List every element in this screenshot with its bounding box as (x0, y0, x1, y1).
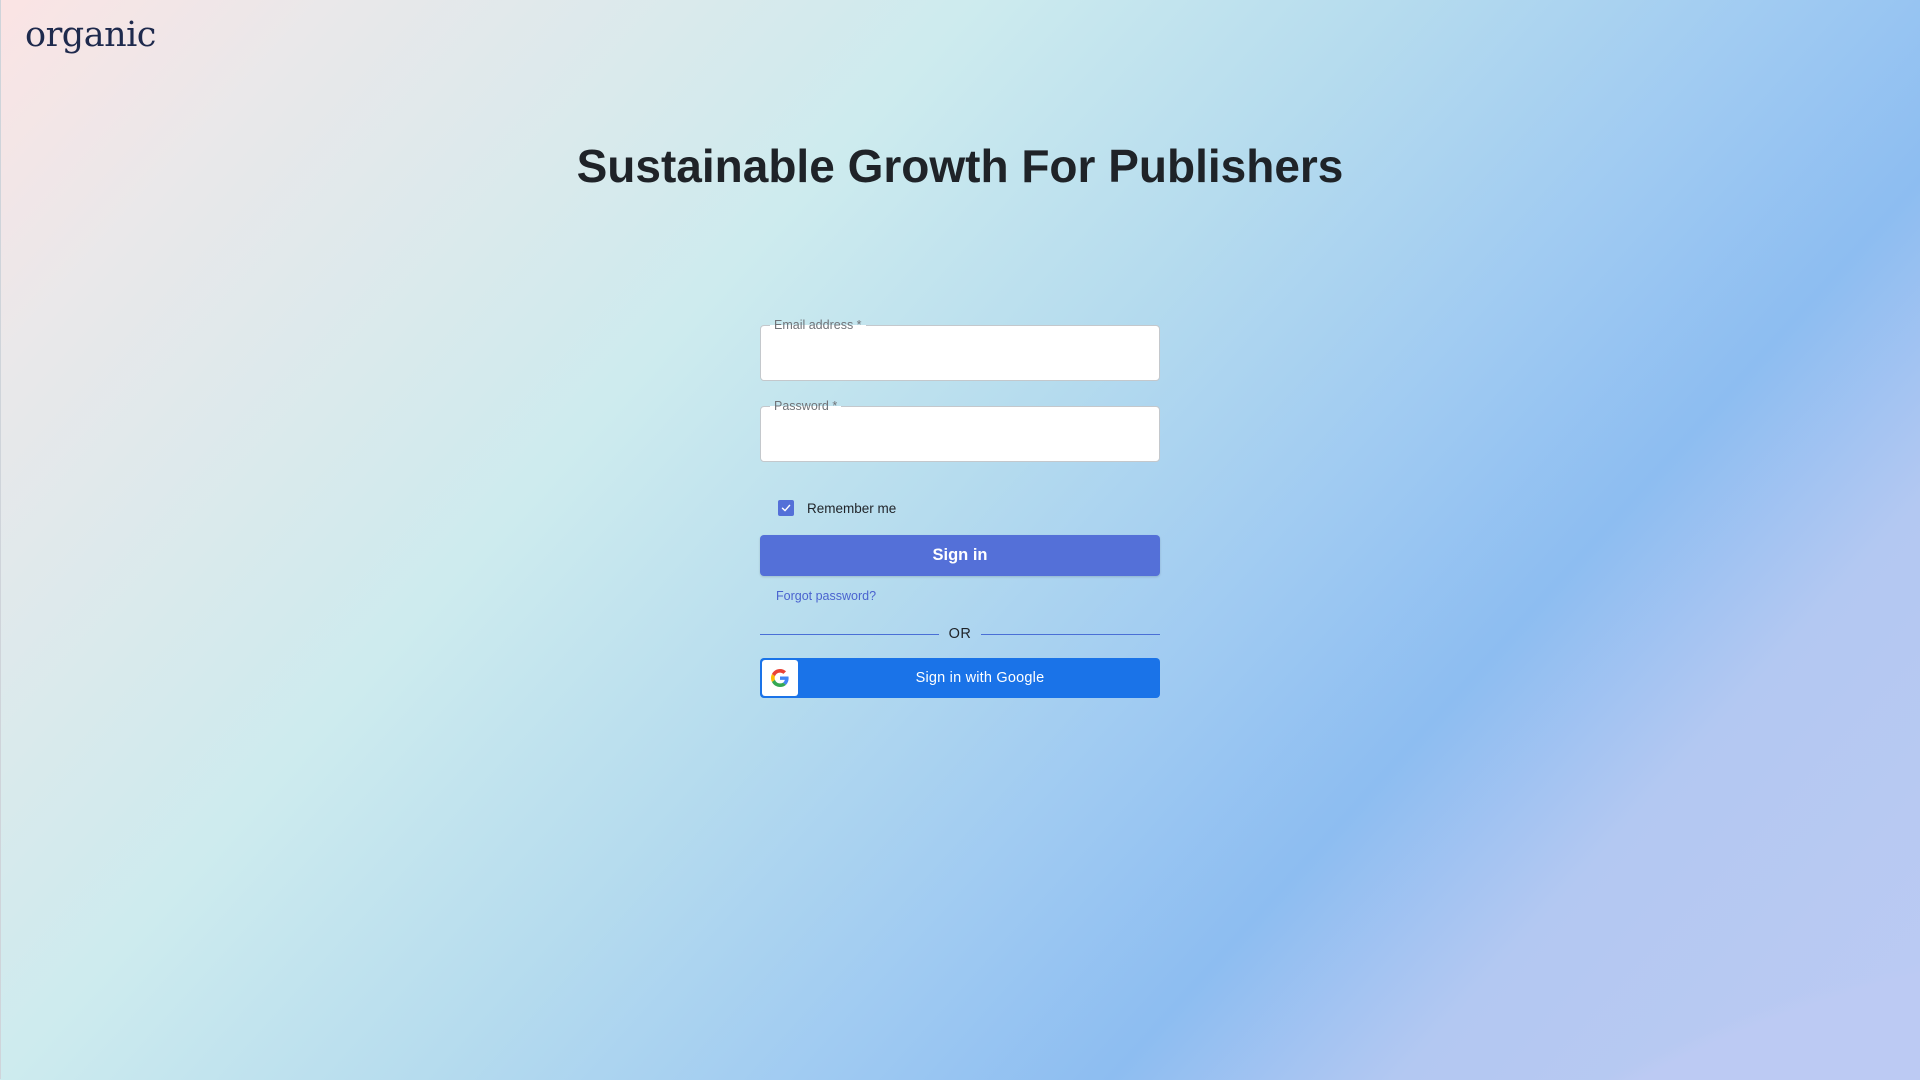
remember-me-checkbox[interactable] (778, 500, 794, 516)
divider-line-right (981, 633, 1160, 635)
email-input[interactable] (774, 341, 1146, 367)
divider-or-text: OR (948, 626, 972, 642)
login-form: Email address * Password * Remember me S… (760, 317, 1160, 698)
google-g-icon (771, 669, 789, 687)
password-input[interactable] (774, 422, 1146, 448)
google-button-label: Sign in with Google (915, 670, 1045, 686)
google-icon-tile (762, 660, 798, 696)
remember-me-label[interactable]: Remember me (807, 501, 896, 516)
sign-in-with-google-button[interactable]: Sign in with Google (760, 658, 1160, 698)
or-divider: OR (760, 624, 1160, 644)
divider-line-left (760, 633, 939, 635)
page-headline: Sustainable Growth For Publishers (576, 140, 1344, 192)
remember-me-row: Remember me (760, 493, 1160, 523)
password-field-container: Password * (760, 398, 1160, 462)
check-icon (781, 504, 791, 512)
email-field-container: Email address * (760, 317, 1160, 381)
sign-in-button[interactable]: Sign in (760, 535, 1160, 576)
forgot-password-link[interactable]: Forgot password? (776, 589, 876, 603)
password-label: Password * (770, 398, 842, 414)
email-label: Email address * (770, 317, 866, 333)
organic-logo[interactable]: organic (25, 18, 156, 53)
